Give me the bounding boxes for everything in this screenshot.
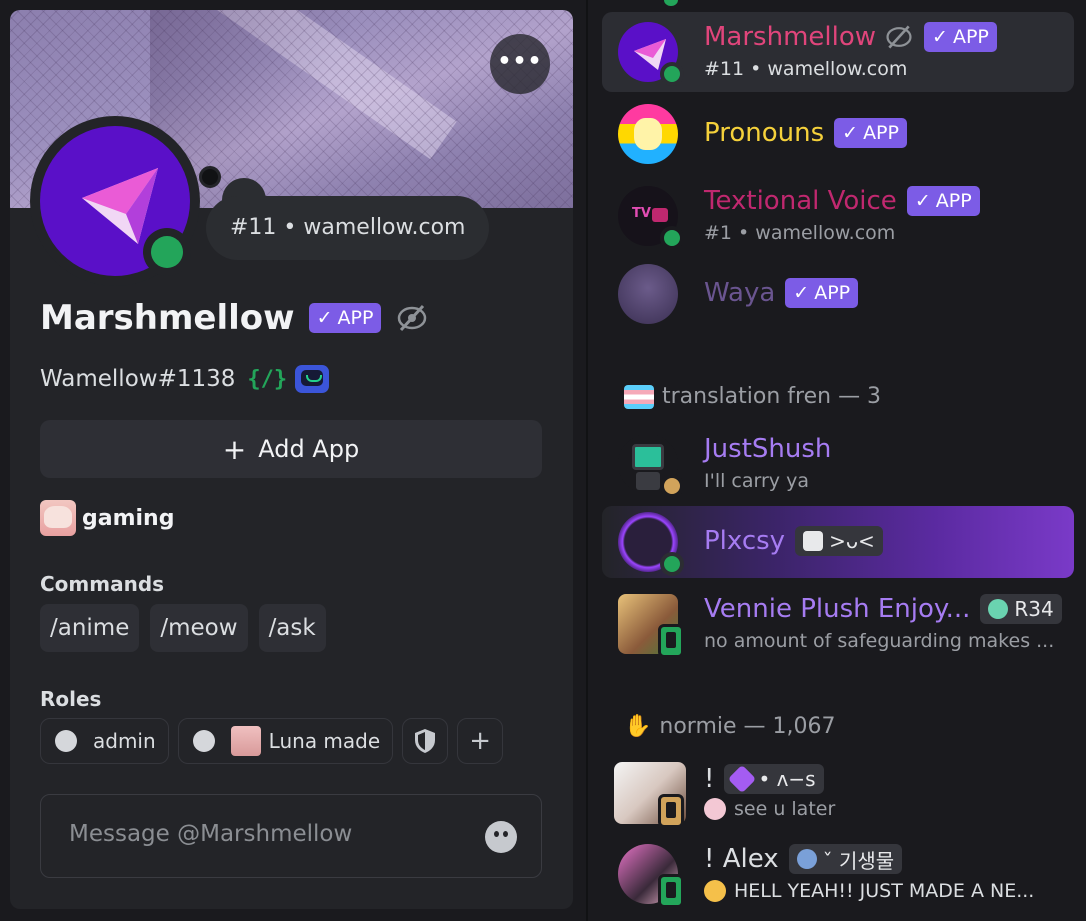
custom-status-bubble: #11 • wamellow.com (206, 196, 490, 260)
message-input[interactable]: Message @Marshmellow (40, 794, 542, 878)
guild-tag[interactable]: >ᴗ< (795, 526, 883, 556)
profile-card: ••• #11 • wamellow.com Marshmellow ✓ APP … (10, 10, 573, 909)
username: Wamellow#1138 (40, 366, 236, 392)
member-name: Pronouns (704, 118, 825, 148)
display-name: Marshmellow (40, 298, 295, 338)
plus-icon: + (469, 726, 492, 756)
member-status-text: HELL YEAH!! JUST MADE A NE... (704, 880, 1034, 902)
role-chip[interactable]: Luna made (177, 718, 394, 764)
member-item[interactable]: Marshmellow ✓ APP #11 • wamellow.com (602, 12, 1074, 92)
commands-heading: Commands (40, 572, 165, 596)
role-color-dot (192, 730, 215, 752)
activity: gaming (40, 500, 174, 536)
member-name: Waya (704, 278, 776, 308)
plus-icon: + (222, 432, 247, 466)
shield-icon (415, 729, 436, 753)
member-list: Marshmellow ✓ APP #11 • wamellow.com Pron… (588, 0, 1086, 921)
app-badge: ✓ APP (308, 303, 382, 333)
waving-hand-icon: ✋ (624, 714, 652, 739)
member-item[interactable]: Vennie Plush Enjoy... R34 no amount of s… (602, 584, 1074, 664)
command-chip[interactable]: /ask (258, 604, 326, 652)
cat-emoji-icon (704, 798, 726, 820)
add-app-button[interactable]: + Add App (40, 420, 542, 478)
member-item[interactable]: TV Textional Voice ✓ APP #1 • wamellow.co… (602, 176, 1074, 256)
command-chip[interactable]: /meow (150, 604, 248, 652)
gem-icon (728, 764, 757, 794)
check-icon: ✓ (842, 122, 859, 144)
member-status-text: no amount of safeguarding makes ... (704, 630, 1055, 652)
cat-icon (803, 531, 824, 551)
check-icon: ✓ (914, 190, 931, 212)
check-icon: ✓ (316, 307, 333, 329)
heart-icon (988, 599, 1009, 619)
member-item[interactable]: ! • ʌ−s see u later (602, 754, 1074, 834)
check-icon: ✓ (793, 282, 810, 304)
app-badge: ✓ APP (834, 118, 907, 148)
active-developer-badge-icon[interactable]: {/} (247, 367, 287, 392)
command-chip[interactable]: /anime (40, 604, 140, 652)
anime-emoji-icon (40, 500, 76, 536)
member-name: Textional Voice (704, 186, 897, 216)
star-struck-emoji-icon (704, 880, 726, 902)
role-shield-button[interactable] (402, 718, 449, 764)
guild-tag[interactable]: • ʌ−s (724, 764, 824, 794)
role-icon (230, 726, 261, 756)
check-icon: ✓ (932, 26, 948, 48)
guild-tag[interactable]: R34 (980, 594, 1062, 624)
app-badge: ✓ APP (785, 278, 859, 308)
role-color-dot (55, 730, 77, 752)
hidden-eye-icon (398, 304, 427, 332)
member-item[interactable]: JustShush I'll carry ya (602, 424, 1074, 504)
member-name: Vennie Plush Enjoy... (704, 594, 971, 624)
member-status-text: #1 • wamellow.com (704, 222, 896, 244)
hidden-eye-icon (886, 25, 912, 49)
member-group-header: ✋ normie — 1,067 (624, 714, 836, 739)
member-name: ! (704, 764, 715, 794)
bot-badge-icon[interactable] (295, 365, 330, 393)
app-badge: ✓ APP (924, 22, 997, 52)
add-role-button[interactable]: + (457, 718, 504, 764)
member-group-header: translation fren — 3 (624, 384, 881, 409)
member-item[interactable]: Waya ✓ APP (602, 254, 1074, 334)
member-item[interactable]: ! Alex ˇ 기생물 HELL YEAH!! JUST MADE A NE.… (602, 834, 1074, 914)
avatar (618, 264, 678, 324)
member-status-text: I'll carry ya (704, 470, 809, 492)
trans-flag-icon (624, 384, 654, 409)
member-name: Marshmellow (704, 22, 877, 52)
app-badge: ✓ APP (906, 186, 980, 216)
member-item[interactable]: Pronouns ✓ APP (602, 94, 1074, 174)
member-name: ! Alex (704, 844, 779, 874)
skull-icon (796, 849, 817, 869)
more-options-button[interactable]: ••• (490, 34, 550, 94)
roles-heading: Roles (40, 687, 102, 711)
member-name: JustShush (704, 434, 832, 464)
guild-tag[interactable]: ˇ 기생물 (788, 844, 903, 874)
member-status-text: #11 • wamellow.com (704, 58, 908, 80)
emoji-icon[interactable] (485, 821, 517, 853)
member-name: Plxcsy (704, 526, 786, 556)
member-item[interactable]: Plxcsy >ᴗ< (602, 506, 1074, 578)
member-status-text: see u later (704, 798, 835, 820)
online-status-indicator (151, 236, 183, 268)
avatar (618, 104, 678, 164)
role-chip[interactable]: admin (40, 718, 169, 764)
